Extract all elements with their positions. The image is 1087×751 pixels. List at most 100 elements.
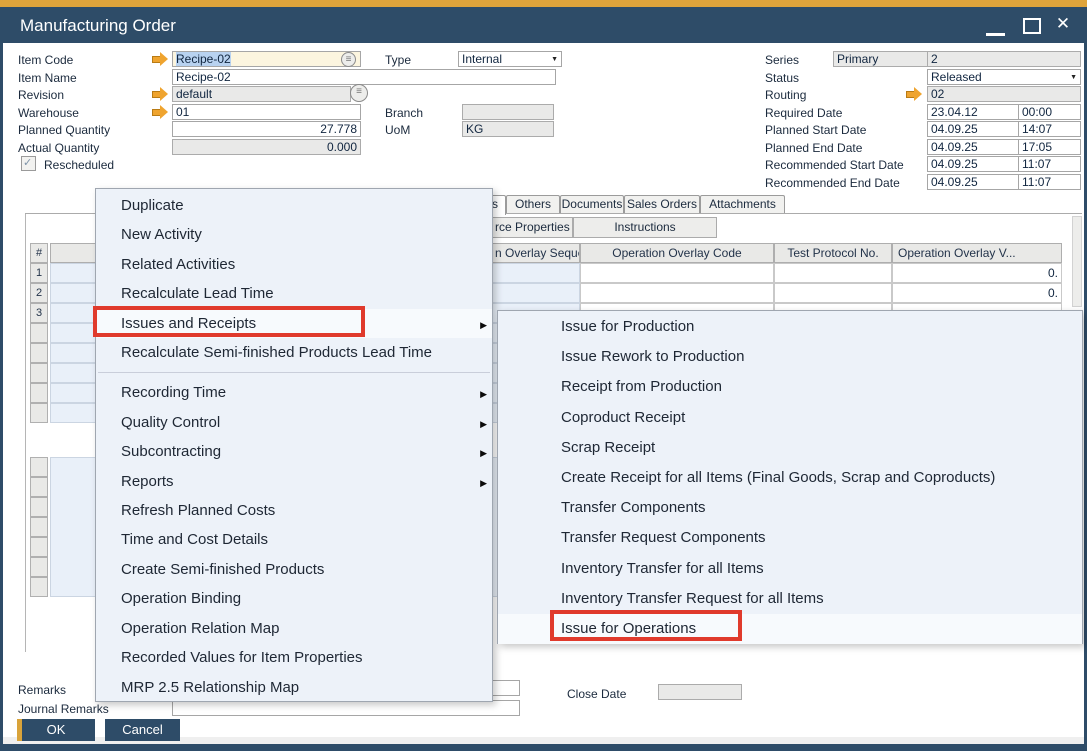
menu-item-quality-control[interactable]: Quality Control xyxy=(96,408,492,437)
menu-item-create-semi-finished-products[interactable]: Create Semi-finished Products xyxy=(96,555,492,584)
grid-scrollbar[interactable] xyxy=(1072,216,1082,307)
grid-cell-overlay-value[interactable]: 0. xyxy=(892,263,1062,283)
recommended-end-date-field[interactable]: 04.09.25 xyxy=(927,174,1019,190)
warehouse-link-arrow-icon[interactable] xyxy=(151,105,168,118)
routing-link-arrow-icon[interactable] xyxy=(905,87,922,100)
grid2-row-number-empty[interactable] xyxy=(30,577,48,597)
tab-others[interactable]: Others xyxy=(506,195,560,213)
menu-item-refresh-planned-costs[interactable]: Refresh Planned Costs xyxy=(96,496,492,525)
menu-item-issues-and-receipts[interactable]: Issues and Receipts xyxy=(96,309,492,338)
series-field[interactable]: Primary xyxy=(833,51,929,67)
submenu-item-create-receipt-for-all-items[interactable]: Create Receipt for all Items (Final Good… xyxy=(498,463,1082,493)
item-code-field[interactable]: Recipe-02 xyxy=(172,51,361,67)
grid2-row-number-empty[interactable] xyxy=(30,497,48,517)
recommended-start-time-field[interactable]: 11:07 xyxy=(1018,156,1081,172)
journal-remarks-field[interactable] xyxy=(172,700,520,716)
grid2-row-number-empty[interactable] xyxy=(30,477,48,497)
submenu-item-scrap-receipt[interactable]: Scrap Receipt xyxy=(498,433,1082,463)
submenu-item-receipt-from-production[interactable]: Receipt from Production xyxy=(498,372,1082,402)
grid-cell[interactable] xyxy=(580,283,774,303)
tab-documents[interactable]: Documents xyxy=(560,195,624,213)
uom-field[interactable]: KG xyxy=(462,121,554,137)
menu-item-subcontracting[interactable]: Subcontracting xyxy=(96,437,492,466)
grid-col-operation-overlay-value[interactable]: Operation Overlay V... xyxy=(892,243,1062,263)
grid-row-number-empty[interactable] xyxy=(30,383,48,403)
menu-item-operation-binding[interactable]: Operation Binding xyxy=(96,584,492,613)
routing-field[interactable]: 02 xyxy=(927,86,1081,102)
grid2-row-number-empty[interactable] xyxy=(30,457,48,477)
grid-row-number-empty[interactable] xyxy=(30,323,48,343)
item-name-label: Item Name xyxy=(18,71,77,85)
revision-field[interactable]: default xyxy=(172,86,351,102)
tab-attachments[interactable]: Attachments xyxy=(700,195,785,213)
menu-item-reports[interactable]: Reports xyxy=(96,467,492,496)
menu-item-mrp-25-relationship-map[interactable]: MRP 2.5 Relationship Map xyxy=(96,673,492,702)
menu-item-recalculate-lead-time[interactable]: Recalculate Lead Time xyxy=(96,279,492,308)
item-name-field[interactable]: Recipe-02 xyxy=(172,69,556,85)
close-date-field[interactable] xyxy=(658,684,742,700)
maximize-icon[interactable] xyxy=(1023,18,1041,34)
subtab-instructions[interactable]: Instructions xyxy=(573,217,717,238)
planned-start-time-field[interactable]: 14:07 xyxy=(1018,121,1081,137)
menu-item-duplicate[interactable]: Duplicate xyxy=(96,191,492,220)
window-border-bottom xyxy=(0,744,1087,751)
menu-item-recalculate-semi-finished[interactable]: Recalculate Semi-finished Products Lead … xyxy=(96,338,492,367)
warehouse-field[interactable]: 01 xyxy=(172,104,361,120)
grid-cell[interactable] xyxy=(774,263,892,283)
item-code-label: Item Code xyxy=(18,53,73,67)
recommended-start-date-field[interactable]: 04.09.25 xyxy=(927,156,1019,172)
submenu-item-inventory-transfer-for-all-items[interactable]: Inventory Transfer for all Items xyxy=(498,554,1082,584)
planned-quantity-field[interactable]: 27.778 xyxy=(172,121,361,137)
grid-row-number[interactable]: 2 xyxy=(30,283,48,303)
planned-end-date-field[interactable]: 04.09.25 xyxy=(927,139,1019,155)
grid-col-operation-overlay-code[interactable]: Operation Overlay Code xyxy=(580,243,774,263)
menu-item-recording-time[interactable]: Recording Time xyxy=(96,378,492,407)
type-dropdown[interactable]: Internal xyxy=(458,51,562,67)
cancel-button[interactable]: Cancel xyxy=(105,719,180,741)
grid-col-test-protocol-no[interactable]: Test Protocol No. xyxy=(774,243,892,263)
submenu-item-coproduct-receipt[interactable]: Coproduct Receipt xyxy=(498,403,1082,433)
submenu-item-issue-for-operations[interactable]: Issue for Operations xyxy=(498,614,1082,644)
submenu-item-issue-rework-to-production[interactable]: Issue Rework to Production xyxy=(498,342,1082,372)
menu-item-time-and-cost-details[interactable]: Time and Cost Details xyxy=(96,525,492,554)
grid2-row-number-empty[interactable] xyxy=(30,517,48,537)
item-code-link-arrow-icon[interactable] xyxy=(151,52,168,65)
required-time-field[interactable]: 00:00 xyxy=(1018,104,1081,120)
required-date-field[interactable]: 23.04.12 xyxy=(927,104,1019,120)
grid-row-number-empty[interactable] xyxy=(30,363,48,383)
grid-row-number[interactable]: 1 xyxy=(30,263,48,283)
ok-button[interactable]: OK xyxy=(17,719,95,741)
submenu-item-inventory-transfer-request-for-all-items[interactable]: Inventory Transfer Request for all Items xyxy=(498,584,1082,614)
grid-row-number-empty[interactable] xyxy=(30,403,48,423)
submenu-item-issue-for-production[interactable]: Issue for Production xyxy=(498,312,1082,342)
warehouse-label: Warehouse xyxy=(18,106,79,120)
revision-link-arrow-icon[interactable] xyxy=(151,87,168,100)
planned-start-date-field[interactable]: 04.09.25 xyxy=(927,121,1019,137)
rescheduled-checkbox[interactable] xyxy=(21,156,36,171)
minimize-icon[interactable] xyxy=(986,33,1005,36)
status-dropdown[interactable]: Released xyxy=(927,69,1081,85)
menu-item-operation-relation-map[interactable]: Operation Relation Map xyxy=(96,614,492,643)
recommended-end-time-field[interactable]: 11:07 xyxy=(1018,174,1081,190)
submenu-item-transfer-components[interactable]: Transfer Components xyxy=(498,493,1082,523)
grid2-row-number-empty[interactable] xyxy=(30,557,48,577)
menu-item-new-activity[interactable]: New Activity xyxy=(96,220,492,249)
menu-item-recorded-values-for-item-properties[interactable]: Recorded Values for Item Properties xyxy=(96,643,492,672)
close-icon[interactable]: ✕ xyxy=(1052,12,1074,36)
tab-sales-orders[interactable]: Sales Orders xyxy=(624,195,700,213)
grid-cell[interactable] xyxy=(580,263,774,283)
grid2-row-number-empty[interactable] xyxy=(30,537,48,557)
grid-row-number-empty[interactable] xyxy=(30,343,48,363)
choose-from-list-icon[interactable] xyxy=(341,52,356,67)
submenu-item-transfer-request-components[interactable]: Transfer Request Components xyxy=(498,523,1082,553)
submenu-arrow-icon xyxy=(480,408,487,437)
branch-field[interactable] xyxy=(462,104,554,120)
series-number-field[interactable]: 2 xyxy=(927,51,1081,67)
grid-row-number[interactable]: 3 xyxy=(30,303,48,323)
grid-cell-overlay-value[interactable]: 0. xyxy=(892,283,1062,303)
planned-end-time-field[interactable]: 17:05 xyxy=(1018,139,1081,155)
revision-list-icon[interactable] xyxy=(350,84,368,102)
actual-quantity-field[interactable]: 0.000 xyxy=(172,139,361,155)
grid-cell[interactable] xyxy=(774,283,892,303)
menu-item-related-activities[interactable]: Related Activities xyxy=(96,250,492,279)
